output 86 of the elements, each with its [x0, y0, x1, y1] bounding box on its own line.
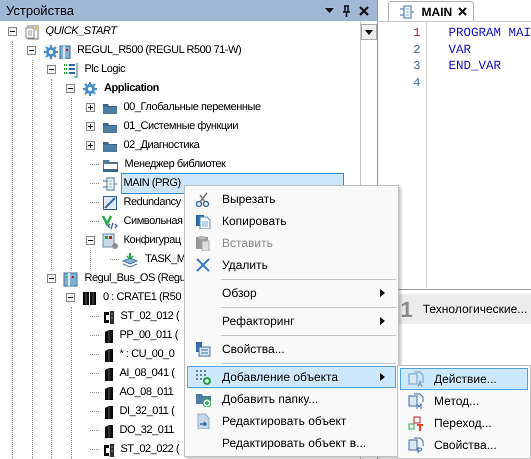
- tree-item[interactable]: 0 : CRATE1 (R50: [100, 287, 184, 308]
- close-icon[interactable]: [458, 7, 468, 16]
- line-number: 4: [412, 74, 422, 90]
- tree-item[interactable]: ST_02_012 (: [118, 306, 182, 327]
- diagonal-square-icon: [102, 194, 118, 210]
- properties-icon: [408, 437, 424, 453]
- program-block-icon: [399, 4, 416, 20]
- menu-item[interactable]: Обзор: [187, 282, 396, 304]
- tree-item[interactable]: AI_08_041 (: [116, 363, 178, 384]
- menu-item[interactable]: Копировать: [187, 210, 396, 232]
- menu-item[interactable]: Редактировать объект в...: [187, 432, 396, 454]
- tree-item[interactable]: 02_Диагностика: [120, 135, 202, 156]
- terminal-module-icon: [102, 442, 114, 458]
- delete-icon: [195, 257, 211, 273]
- tree-dropdown-button[interactable]: [361, 24, 378, 40]
- line-number: 2: [412, 42, 422, 57]
- code-line: END_VAR: [448, 59, 501, 73]
- tree-item[interactable]: * : CU_00_0: [116, 344, 178, 365]
- line-number: 3: [412, 58, 422, 74]
- tree-item[interactable]: AO_08_011: [116, 382, 176, 403]
- menu-item[interactable]: Свойства...: [187, 338, 396, 360]
- tree-item[interactable]: Конфигурац: [120, 230, 184, 251]
- device-module-icon: [62, 270, 78, 286]
- menu-item[interactable]: Метод...: [400, 390, 528, 412]
- tree-item[interactable]: ST_02_022 (: [118, 439, 182, 459]
- collapse-toggle[interactable]: [8, 27, 16, 36]
- gear-icon: [82, 80, 98, 96]
- document-icon: [24, 24, 40, 40]
- tree-item[interactable]: Application: [101, 78, 162, 99]
- collapse-toggle[interactable]: [86, 236, 94, 245]
- collapse-toggle[interactable]: [66, 293, 75, 302]
- close-icon[interactable]: [359, 6, 370, 16]
- tree-item[interactable]: Менеджер библиотек: [122, 154, 228, 175]
- task-config-icon: [102, 232, 118, 248]
- tree-item[interactable]: DO_32_011: [116, 420, 177, 441]
- tree-item[interactable]: PP_00_011 (: [116, 325, 181, 346]
- paste-icon: [195, 235, 211, 251]
- menu-item[interactable]: Переход...: [400, 412, 528, 434]
- tree-item[interactable]: DI_32_011 (: [116, 401, 178, 422]
- properties-icon: [195, 341, 211, 357]
- method-icon: [408, 393, 424, 409]
- collapse-toggle[interactable]: [27, 46, 36, 55]
- code-check-icon: [102, 214, 118, 230]
- task-stack-icon: [121, 252, 139, 268]
- menu-item[interactable]: Добавить папку...: [187, 388, 396, 410]
- copy-icon: [195, 213, 211, 229]
- tree-item[interactable]: REGUL_R500 (REGUL R500 71-W): [74, 40, 244, 61]
- menu-item[interactable]: Добавление объекта: [187, 366, 396, 388]
- line-number: 1: [412, 25, 422, 40]
- crate-icon: [82, 290, 97, 306]
- scissors-icon: [195, 191, 211, 207]
- tree-item[interactable]: Redundancy: [120, 192, 184, 213]
- pin-icon[interactable]: [342, 4, 352, 16]
- tree-item[interactable]: 00_Глобальные переменные: [120, 97, 264, 118]
- list-icon: [62, 62, 78, 78]
- menu-item[interactable]: Редактировать объект: [187, 410, 396, 432]
- transition-icon: [408, 415, 424, 431]
- add-folder-icon: [195, 391, 211, 407]
- menu-item[interactable]: Рефакторинг: [187, 310, 396, 332]
- code-line: VAR: [448, 42, 471, 56]
- panel-title: Устройства: [6, 2, 76, 20]
- pane-number: 1: [400, 296, 413, 324]
- expand-toggle[interactable]: [86, 122, 94, 131]
- edit-object-icon: [195, 413, 211, 429]
- action-icon: [408, 371, 424, 387]
- tree-item[interactable]: Символьная: [120, 211, 186, 232]
- add-object-icon: [195, 369, 211, 385]
- pane-label: Технологические...: [422, 301, 528, 318]
- menu-item[interactable]: Действие...: [400, 368, 528, 390]
- collapse-toggle[interactable]: [46, 65, 56, 74]
- expand-toggle[interactable]: [86, 141, 94, 150]
- tree-item[interactable]: 01_Системные функции: [120, 116, 242, 137]
- editor-tab[interactable]: MAIN: [388, 1, 474, 21]
- tree-item[interactable]: Plc Logic: [82, 59, 128, 80]
- menu-item[interactable]: Свойства...: [400, 434, 528, 456]
- collapse-toggle[interactable]: [46, 274, 56, 283]
- caret-icon: [365, 30, 374, 34]
- program-block-icon: [102, 176, 118, 192]
- dropdown-icon[interactable]: [325, 8, 334, 13]
- collapse-toggle[interactable]: [66, 84, 75, 93]
- terminal-module-icon: [102, 308, 114, 324]
- tree-item[interactable]: QUICK_START: [42, 21, 120, 42]
- expand-toggle[interactable]: [86, 103, 94, 112]
- code-line: PROGRAM MAI: [448, 26, 531, 40]
- gear-device-icon: [43, 42, 71, 58]
- menu-item[interactable]: Удалить: [187, 254, 396, 276]
